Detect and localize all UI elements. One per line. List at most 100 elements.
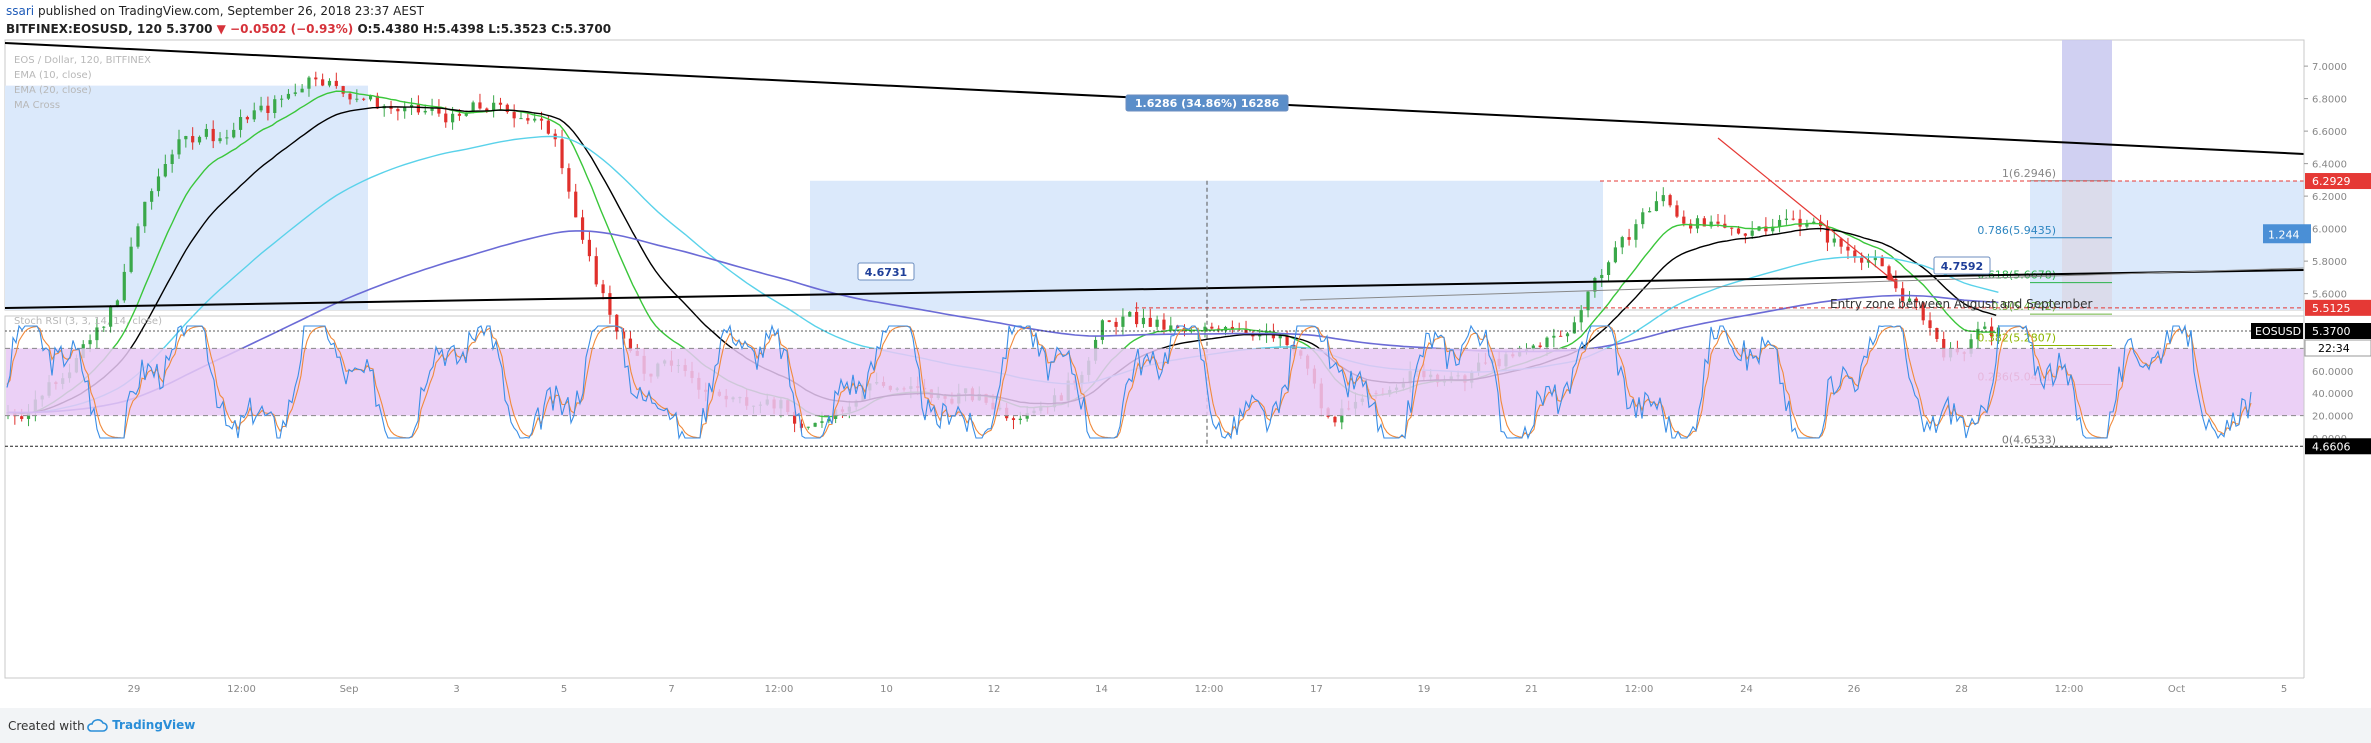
tradingview-brand: TradingView xyxy=(112,718,196,732)
chart-canvas[interactable]: 1(6.2946)0.786(5.9435)0.618(5.6678)0.5(5… xyxy=(0,38,2371,708)
candle xyxy=(601,284,605,294)
legend-stoch-rsi: Stoch RSI (3, 3, 14, 14, close) xyxy=(14,316,162,327)
candle xyxy=(1135,311,1139,325)
candle xyxy=(512,112,516,119)
fib-label: 0(4.6533) xyxy=(2002,433,2056,446)
candle xyxy=(615,314,619,332)
candle xyxy=(820,421,824,423)
fib-label: 0.382(5.2807) xyxy=(1977,332,2056,345)
time-tick-label: 12:00 xyxy=(227,684,256,695)
time-tick-label: 12:00 xyxy=(1625,684,1654,695)
candle xyxy=(163,164,167,177)
candle xyxy=(478,102,482,109)
time-tick-label: 3 xyxy=(453,684,459,695)
time-tick-label: 5 xyxy=(2281,684,2287,695)
time-tick-label: 7 xyxy=(668,684,674,695)
candle xyxy=(1114,321,1118,327)
down-arrow-icon: ▼ xyxy=(216,22,226,36)
candle xyxy=(580,217,585,240)
price-tick-label: 6.2000 xyxy=(2312,192,2347,203)
candle xyxy=(1641,212,1645,225)
author-link[interactable]: ssari xyxy=(6,4,34,18)
candle xyxy=(1613,247,1617,263)
price-tick-label: 6.4000 xyxy=(2312,160,2347,171)
fib-label: 0.786(5.9435) xyxy=(1977,224,2056,237)
tradingview-logo[interactable]: TradingView xyxy=(86,718,195,733)
candle xyxy=(150,191,154,202)
candle xyxy=(1552,335,1556,338)
candle xyxy=(1121,316,1125,327)
publish-info: published on TradingView.com, September … xyxy=(37,4,424,18)
candle xyxy=(156,176,161,192)
candle xyxy=(204,128,208,137)
candle xyxy=(539,118,544,121)
candle xyxy=(437,108,441,114)
candle xyxy=(560,139,564,169)
legend-ema20: EMA (20, close) xyxy=(14,85,92,96)
candle xyxy=(1695,218,1700,229)
price-tick-label: 5.8000 xyxy=(2312,257,2347,268)
candle xyxy=(608,293,612,315)
candle xyxy=(1100,320,1104,340)
candle xyxy=(1675,205,1679,217)
candle xyxy=(1148,317,1152,327)
time-tick-label: 24 xyxy=(1740,684,1753,695)
time-tick-label: Oct xyxy=(2168,684,2185,695)
candle xyxy=(1668,195,1672,206)
created-with-label: Created with xyxy=(8,719,85,733)
candle xyxy=(238,117,243,130)
candle xyxy=(457,113,462,116)
candle xyxy=(498,102,503,105)
candle xyxy=(1798,218,1802,227)
low-callout: 4.6731 xyxy=(865,266,907,279)
price-tag-label: 5.3700 xyxy=(2312,325,2351,338)
candle xyxy=(129,246,133,272)
footer: Created with TradingView xyxy=(0,708,2371,743)
countdown-label: 22:34 xyxy=(2318,342,2350,355)
candle xyxy=(396,108,400,112)
time-tick-label: 21 xyxy=(1525,684,1538,695)
candle xyxy=(1018,418,1022,421)
ratio-tag-label: 1.244 xyxy=(2268,228,2300,241)
candle xyxy=(348,93,352,100)
candle xyxy=(259,105,263,111)
candle xyxy=(1634,224,1638,240)
candle xyxy=(143,201,147,227)
candle xyxy=(1620,237,1624,248)
candle xyxy=(1593,277,1597,292)
candle xyxy=(1155,319,1159,327)
candle xyxy=(177,139,181,155)
candle xyxy=(122,271,126,301)
candle xyxy=(1743,233,1747,236)
candle xyxy=(1661,195,1665,202)
price-tick-label: 6.0000 xyxy=(2312,225,2347,236)
time-tick-label: 10 xyxy=(880,684,893,695)
price-tick-label: 7.0000 xyxy=(2312,62,2347,73)
candle xyxy=(1565,333,1570,337)
candle xyxy=(314,77,318,80)
target-callout: 4.7592 xyxy=(1941,260,1983,273)
symbol-line: BITFINEX:EOSUSD, 120 5.3700 ▼ −0.0502 (−… xyxy=(6,22,611,36)
candle xyxy=(252,110,256,120)
candle xyxy=(211,128,215,142)
range-box-1 xyxy=(5,85,368,310)
publish-line: ssari published on TradingView.com, Sept… xyxy=(6,4,424,18)
candle xyxy=(1627,237,1631,240)
candle xyxy=(451,113,455,123)
last-price: 5.3700 xyxy=(166,22,213,36)
candle xyxy=(334,80,338,87)
legend-ma-cross: MA Cross xyxy=(14,100,60,111)
candle xyxy=(1846,246,1850,251)
candle xyxy=(170,154,174,165)
candle xyxy=(1730,227,1734,229)
candle xyxy=(1750,230,1754,236)
cloud-icon xyxy=(87,718,108,732)
chart-header: ssari published on TradingView.com, Sept… xyxy=(0,0,2371,38)
price-tick-label: 6.8000 xyxy=(2312,95,2347,106)
candle xyxy=(341,86,345,94)
time-tick-label: 19 xyxy=(1418,684,1431,695)
range-callout: 1.6286 (34.86%) 16286 xyxy=(1135,97,1280,110)
candle xyxy=(430,108,434,111)
time-tick-label: 26 xyxy=(1848,684,1861,695)
candle xyxy=(1538,345,1542,348)
